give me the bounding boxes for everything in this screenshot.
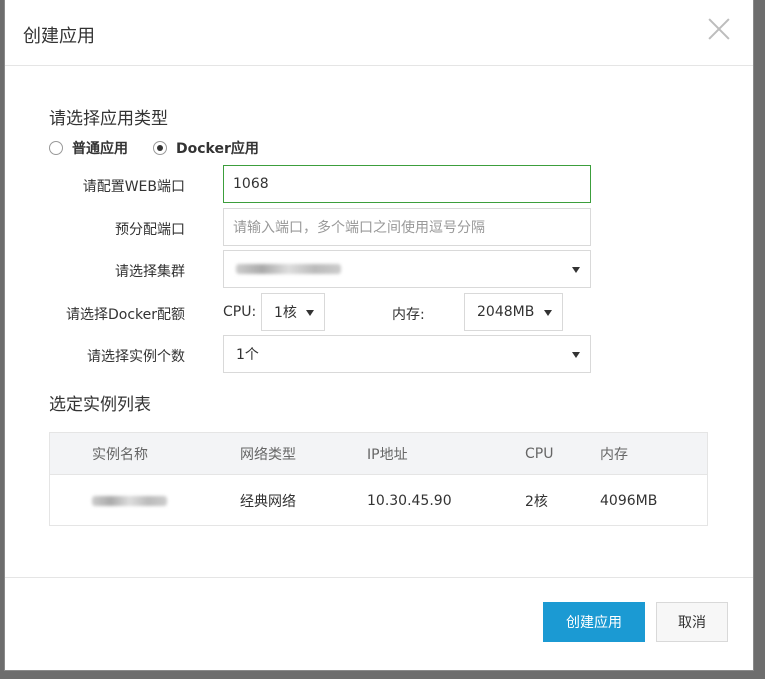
cluster-select[interactable] [223,250,591,288]
table-header: 实例名称 网络类型 IP地址 CPU 内存 [50,433,707,475]
instance-name-redacted [92,496,167,506]
row-memory: 4096MB [600,493,658,509]
memory-select[interactable]: 2048MB [464,293,563,331]
chevron-down-icon [544,310,552,316]
row-network: 经典网络 [240,494,296,510]
radio-unchecked-icon [49,141,63,155]
row-cpu: 2核 [525,494,548,510]
cancel-button[interactable]: 取消 [656,602,728,642]
instance-table: 实例名称 网络类型 IP地址 CPU 内存 经典网络 10.30.45.90 2… [49,432,708,526]
pre-port-label: 预分配端口 [115,222,185,238]
web-port-value: 1068 [233,176,269,192]
docker-config-label: 请选择Docker配额 [65,307,185,323]
cpu-label: CPU: [223,304,257,320]
memory-select-value: 2048MB [477,304,535,320]
row-ip: 10.30.45.90 [367,493,452,509]
web-port-input[interactable]: 1068 [223,165,591,203]
chevron-down-icon [572,267,580,273]
col-memory: 内存 [600,446,628,463]
radio-docker-app[interactable]: Docker应用 [153,138,259,158]
radio-normal-app-label: 普通应用 [72,141,128,157]
app-type-radio-group: 普通应用 Docker应用 [49,138,284,158]
radio-docker-app-label: Docker应用 [176,141,259,157]
cpu-select-value: 1核 [274,305,297,321]
cluster-value-redacted [236,264,341,274]
pre-port-input[interactable]: 请输入端口，多个端口之间使用逗号分隔 [223,208,591,246]
dialog-footer-divider [5,577,753,578]
radio-checked-icon [153,141,167,155]
create-app-button[interactable]: 创建应用 [543,602,645,642]
cpu-select[interactable]: 1核 [261,293,325,331]
table-row: 经典网络 10.30.45.90 2核 4096MB [50,475,707,527]
app-type-heading: 请选择应用类型 [49,109,168,129]
close-icon[interactable] [707,17,731,41]
pre-port-placeholder: 请输入端口，多个端口之间使用逗号分隔 [233,220,485,236]
chevron-down-icon [572,352,580,358]
col-ip: IP地址 [367,446,408,463]
col-instance-name: 实例名称 [92,446,148,463]
cluster-label: 请选择集群 [115,264,185,280]
col-cpu: CPU [525,445,554,462]
dialog-header: 创建应用 [5,0,753,66]
instance-count-value: 1个 [236,347,259,363]
web-port-label: 请配置WEB端口 [82,179,185,195]
instance-count-select[interactable]: 1个 [223,335,591,373]
chevron-down-icon [306,310,314,316]
memory-label: 内存: [392,307,425,323]
create-app-dialog: 创建应用 请选择应用类型 普通应用 Docker应用 请配置WEB端口 1068… [5,0,753,670]
instance-list-heading: 选定实例列表 [49,395,151,415]
col-network-type: 网络类型 [240,446,296,463]
dialog-title: 创建应用 [23,26,95,47]
instance-count-label: 请选择实例个数 [87,349,185,365]
radio-normal-app[interactable]: 普通应用 [49,138,128,158]
